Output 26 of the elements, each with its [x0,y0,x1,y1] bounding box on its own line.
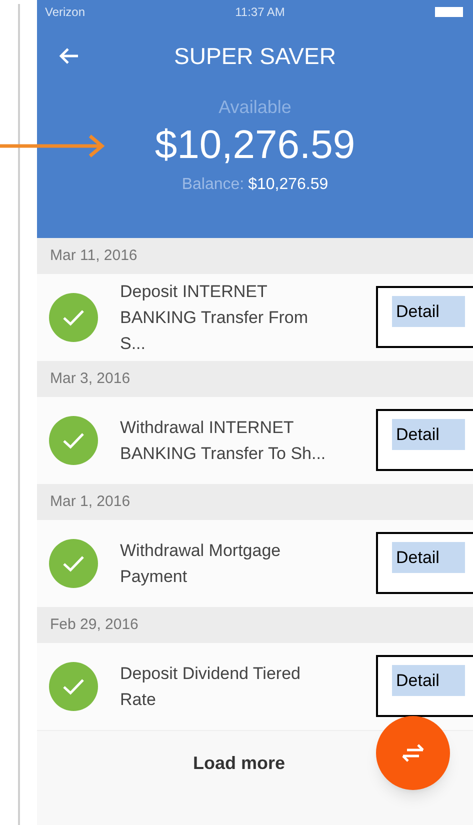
check-circle-icon [49,539,98,588]
swap-arrows-icon [401,744,425,762]
date-header: Mar 3, 2016 [37,361,473,397]
date-header: Feb 29, 2016 [37,607,473,643]
check-circle-icon [49,293,98,342]
carrier-label: Verizon [45,6,86,18]
battery-icon [435,7,465,17]
transaction-description: Withdrawal Mortgage Payment [120,540,282,588]
balance-amount: $10,276.59 [248,175,328,195]
annotation-label: Detail [392,419,465,450]
annotation-label: Detail [392,542,465,573]
transaction-description: Deposit Dividend Tiered Rate [120,662,302,710]
annotation-label: Detail [392,296,465,327]
transaction-description: Withdrawal INTERNET BANKING Transfer To Sh... [120,416,327,464]
annotation-label: Detail [392,665,465,696]
check-circle-icon [49,662,98,711]
check-circle-icon [49,416,98,465]
transaction-description: Deposit INTERNET BANKING Transfer From S... [120,280,309,354]
available-label: Available [218,96,292,119]
available-amount: $10,276.59 [154,122,356,169]
clock-label: 11:37 AM [235,6,285,18]
date-header: Mar 1, 2016 [37,484,473,520]
account-title: SUPER SAVER [173,42,337,71]
load-more-button[interactable]: Load more [192,750,285,777]
date-header: Mar 11, 2016 [37,238,473,274]
balance-label: Balance: [182,175,244,195]
